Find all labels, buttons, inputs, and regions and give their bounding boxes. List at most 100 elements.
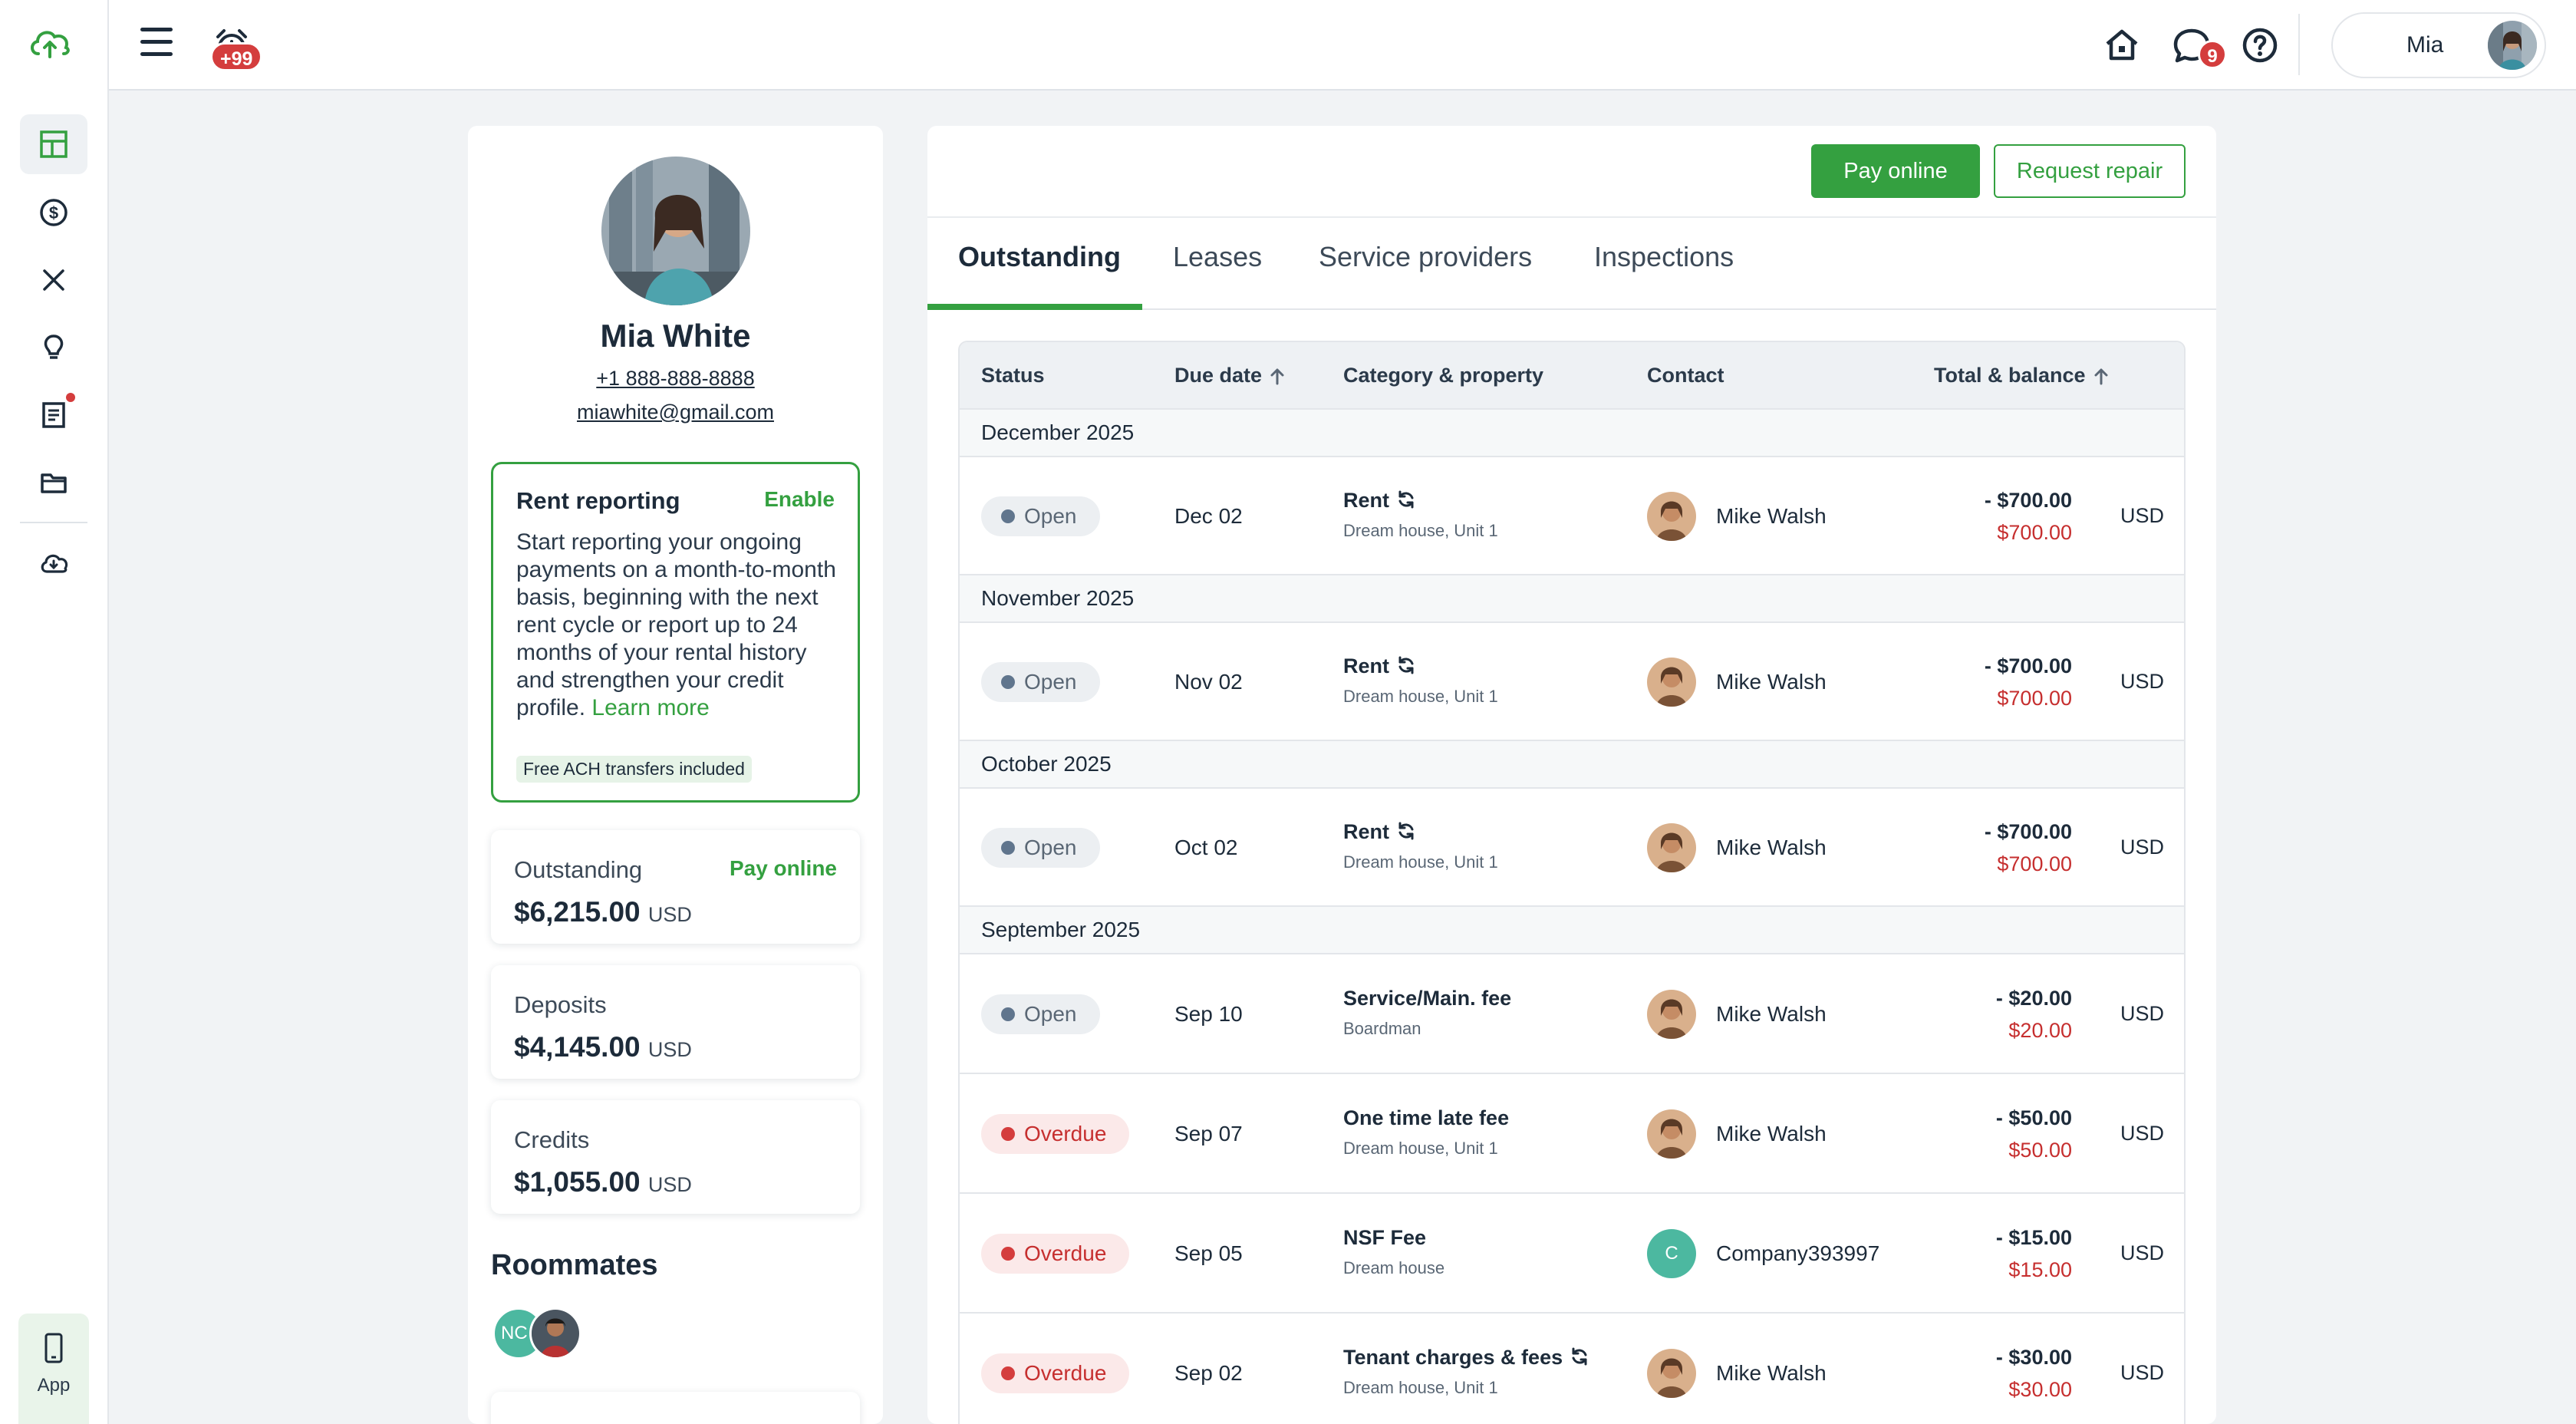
request-repair-button[interactable]: Request repair: [1994, 144, 2186, 198]
active-tab-indicator: [927, 304, 1142, 310]
contact-name: Mike Walsh: [1716, 1122, 1827, 1145]
property-label: Dream house: [1343, 1258, 1445, 1277]
learn-more-link[interactable]: Learn more: [591, 695, 709, 720]
tab-outstanding[interactable]: Outstanding: [958, 241, 1121, 273]
sort-up-icon: [1270, 368, 1284, 385]
roommate-avatar-photo[interactable]: [529, 1307, 581, 1360]
month-label: November 2025: [981, 586, 1135, 610]
contact-name: Mike Walsh: [1716, 1002, 1827, 1026]
column-status[interactable]: Status: [981, 364, 1045, 387]
user-name: Mia: [2406, 32, 2444, 58]
dashboard-nav-item[interactable]: [20, 114, 87, 174]
deposits-value: $4,145.00 USD: [514, 1031, 692, 1063]
currency-label: USD: [2120, 670, 2164, 693]
app-label: App: [37, 1375, 71, 1396]
table-row[interactable]: Open Sep 10 Service/Main. fee Boardman Mike …: [960, 954, 2184, 1074]
home-icon[interactable]: [2100, 23, 2144, 68]
contact-avatar: [1647, 1349, 1696, 1398]
left-rail: $ App: [0, 0, 109, 1424]
payments-nav-item[interactable]: $: [20, 183, 87, 242]
tab-service-providers[interactable]: Service providers: [1319, 241, 1532, 273]
table-row[interactable]: Overdue Sep 05 NSF Fee Dream house C Company3…: [960, 1194, 2184, 1314]
property-label: Boardman: [1343, 1019, 1421, 1038]
help-icon[interactable]: [2238, 23, 2282, 68]
balance-amount: $50.00: [2008, 1139, 2072, 1162]
month-group-header: October 2025: [960, 741, 2184, 789]
alert-count-badge: +99: [210, 42, 263, 71]
maintenance-nav-item[interactable]: [20, 250, 87, 310]
recurring-icon: [1398, 656, 1414, 674]
sort-up-icon: [2094, 368, 2108, 385]
cloud-download-icon: [41, 554, 68, 573]
total-amount: - $30.00: [1995, 1346, 2072, 1369]
mobile-app-button[interactable]: App: [18, 1314, 89, 1424]
column-contact[interactable]: Contact: [1647, 364, 1724, 387]
menu-icon[interactable]: [140, 28, 176, 60]
table-header: Status Due date Category & property Cont…: [960, 342, 2184, 410]
contact-name: Company393997: [1716, 1241, 1880, 1265]
table-row[interactable]: Overdue Sep 02 Tenant charges & fees Dream …: [960, 1314, 2184, 1424]
due-date: Dec 02: [1174, 504, 1243, 528]
download-nav-item[interactable]: [20, 534, 87, 594]
profile-name: Mia White: [600, 318, 751, 354]
rent-reporting-description: Start reporting your ongoing payments on…: [516, 529, 838, 722]
profile-email-link[interactable]: miawhite@gmail.com: [468, 400, 883, 424]
contact-avatar: C: [1647, 1229, 1696, 1278]
category-label: Service/Main. fee: [1343, 987, 1512, 1010]
outstanding-table: Status Due date Category & property Cont…: [958, 341, 2186, 1424]
month-label: December 2025: [981, 420, 1135, 444]
tab-inspections[interactable]: Inspections: [1594, 241, 1734, 273]
recurring-icon: [1398, 490, 1414, 509]
credits-value: $1,055.00 USD: [514, 1166, 692, 1198]
column-total-balance[interactable]: Total & balance: [1934, 364, 2109, 387]
total-amount: - $700.00: [1984, 489, 2072, 512]
table-row[interactable]: Open Nov 02 Rent Dream house, Unit 1 Mike Wa…: [960, 623, 2184, 741]
month-label: September 2025: [981, 918, 1141, 941]
property-label: Dream house, Unit 1: [1343, 1139, 1498, 1158]
outstanding-label: Outstanding: [514, 856, 643, 883]
status-dot-icon: [1001, 841, 1015, 855]
contact-name: Mike Walsh: [1716, 670, 1827, 694]
category-label: Rent: [1343, 489, 1417, 513]
contact-avatar: [1647, 990, 1696, 1039]
table-row[interactable]: Open Dec 02 Rent Dream house, Unit 1 Mike Wa…: [960, 457, 2184, 575]
currency-label: USD: [2120, 504, 2164, 527]
table-row[interactable]: Open Oct 02 Rent Dream house, Unit 1 Mike Wa…: [960, 789, 2184, 907]
documents-notification-dot: [66, 393, 75, 402]
balance-amount: $700.00: [1997, 521, 2072, 544]
files-nav-item[interactable]: [20, 453, 87, 513]
recurring-icon: [1398, 822, 1414, 840]
overdue-icon: [1001, 1127, 1015, 1141]
outstanding-card: Outstanding Pay online $6,215.00 USD: [491, 830, 860, 944]
property-label: Dream house, Unit 1: [1343, 521, 1498, 540]
user-menu[interactable]: Mia: [2331, 12, 2546, 78]
profile-phone-link[interactable]: +1 888-888-8888: [468, 367, 883, 391]
balance-amount: $20.00: [2008, 1019, 2072, 1042]
deposits-label: Deposits: [514, 991, 607, 1018]
documents-nav-item[interactable]: [20, 385, 87, 445]
pay-online-button[interactable]: Pay online: [1811, 144, 1980, 198]
tab-leases[interactable]: Leases: [1173, 241, 1262, 273]
property-label: Dream house, Unit 1: [1343, 687, 1498, 706]
profile-card: Mia White +1 888-888-8888 miawhite@gmail…: [468, 126, 883, 1424]
column-category-property[interactable]: Category & property: [1343, 364, 1543, 387]
rent-reporting-body: Start reporting your ongoing payments on…: [516, 529, 836, 720]
status-badge: Overdue: [981, 1234, 1130, 1274]
cloud-logo-icon[interactable]: [28, 23, 72, 63]
column-due-date[interactable]: Due date: [1174, 364, 1285, 387]
dashboard-icon: [40, 130, 68, 158]
outstanding-pay-online-link[interactable]: Pay online: [730, 856, 837, 881]
status-badge: Open: [981, 828, 1100, 868]
due-date: Sep 02: [1174, 1361, 1243, 1385]
contact-avatar: [1647, 1109, 1696, 1159]
currency-label: USD: [2120, 1002, 2164, 1025]
month-group-header: December 2025: [960, 410, 2184, 457]
total-amount: - $20.00: [1995, 987, 2072, 1010]
user-avatar: [2488, 21, 2537, 70]
rent-reporting-enable-link[interactable]: Enable: [764, 487, 835, 512]
messages-count-badge: 9: [2198, 40, 2227, 69]
table-row[interactable]: Overdue Sep 07 One time late fee Dream hous…: [960, 1074, 2184, 1194]
rent-reporting-title: Rent reporting: [516, 487, 680, 514]
currency-label: USD: [2120, 1122, 2164, 1145]
insights-nav-item[interactable]: [20, 318, 87, 377]
